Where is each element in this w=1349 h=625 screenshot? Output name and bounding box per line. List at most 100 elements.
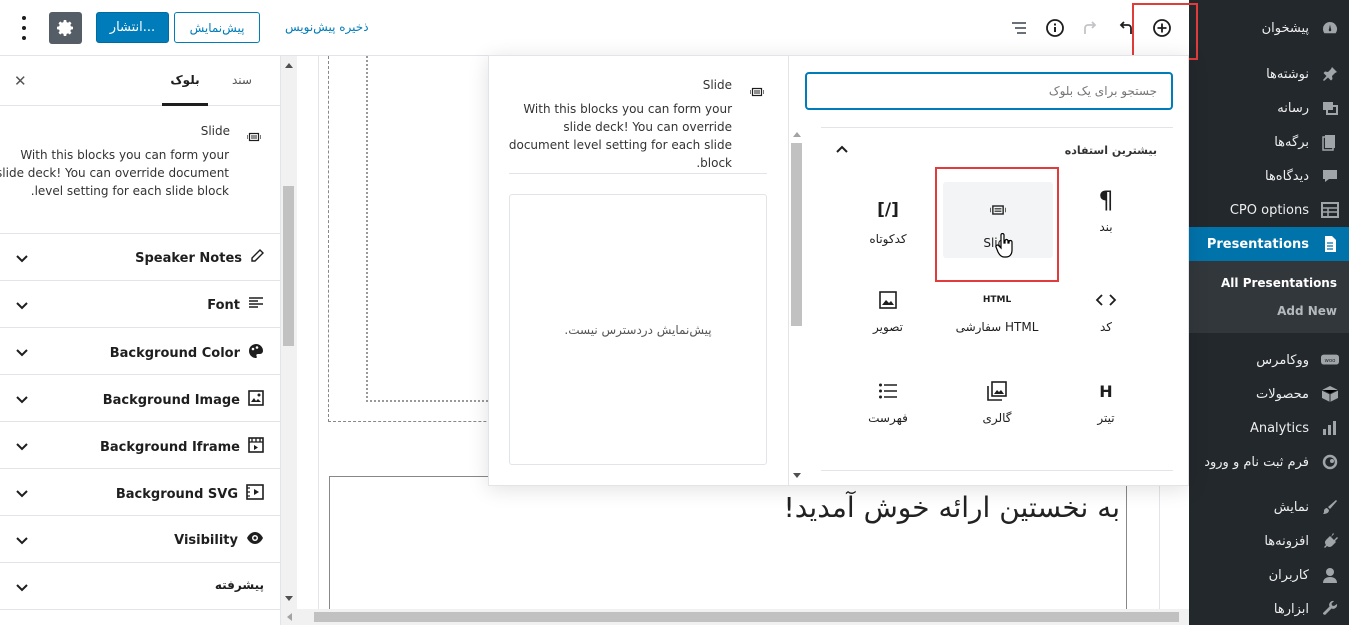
menu-item-woocommerce[interactable]: ووکامرس woo	[1189, 343, 1349, 377]
panel-background-svg[interactable]: Background SVG	[0, 469, 280, 516]
chevron-down-icon[interactable]	[15, 344, 29, 363]
redo-icon[interactable]	[1074, 12, 1106, 44]
tab-block[interactable]: بلوک	[162, 73, 208, 106]
panel-background-image[interactable]: Background Image	[0, 375, 280, 422]
close-icon[interactable]: ✕	[14, 72, 27, 90]
highlight-annotation	[1132, 3, 1198, 60]
document-icon	[1321, 235, 1339, 253]
panel-title: Background Image	[102, 392, 240, 408]
menu-item-dashboard[interactable]: پیشخوان	[1189, 11, 1349, 45]
chevron-down-icon[interactable]	[15, 579, 29, 598]
block-card-description: With this blocks you can form your slide…	[0, 148, 229, 198]
inserter-scrollbar[interactable]	[789, 127, 805, 485]
menu-item-comments[interactable]: دیدگاه‌ها	[1189, 159, 1349, 193]
menu-item-products[interactable]: محصولات	[1189, 377, 1349, 411]
menu-item-presentations[interactable]: Presentations	[1181, 227, 1349, 261]
chevron-down-icon[interactable]	[15, 391, 29, 410]
menu-label: نمایش	[1273, 499, 1309, 515]
panel-title: Font	[207, 297, 240, 313]
heading-icon: H	[1099, 381, 1113, 401]
canvas-scroll-thumb[interactable]	[314, 612, 1179, 622]
sidebar-tabs: ✕ بلوک سند	[0, 56, 280, 106]
panel-background-iframe[interactable]: Background Iframe	[0, 422, 280, 469]
editor-toolbar: انتشار... پیش‌نمایش ذخیره پیش‌نویس	[0, 0, 1198, 60]
menu-label: فرم ثبت نام و ورود	[1204, 454, 1309, 470]
menu-item-pages[interactable]: برگه‌ها	[1189, 125, 1349, 159]
canvas-horizontal-scrollbar[interactable]	[281, 609, 1189, 625]
video-icon	[246, 484, 264, 504]
more-options-icon[interactable]	[14, 14, 34, 42]
chevron-down-icon[interactable]	[15, 297, 29, 316]
slide-block[interactable]: به نخستین ارائه خوش آمدید!	[329, 476, 1127, 625]
film-icon	[248, 437, 264, 457]
panel-visibility[interactable]: Visibility	[0, 516, 280, 563]
scroll-left-arrow-icon[interactable]	[286, 613, 292, 621]
menu-item-login-form[interactable]: فرم ثبت نام و ورود	[1189, 445, 1349, 479]
panel-speaker-notes[interactable]: Speaker Notes	[0, 234, 280, 281]
panel-font[interactable]: Font	[0, 281, 280, 328]
chevron-down-icon[interactable]	[15, 438, 29, 457]
preview-unavailable-box: پیش‌نمایش دردسترس نیست.	[509, 194, 767, 465]
block-label: فهرست	[868, 411, 908, 425]
comments-icon	[1321, 167, 1339, 185]
editor-app: پیشخوان نوشته‌ها رسانه برگه‌ها دیدگاه‌ها…	[0, 0, 1349, 625]
menu-item-posts[interactable]: نوشته‌ها	[1189, 57, 1349, 91]
scroll-down-arrow-icon[interactable]	[793, 473, 801, 479]
block-search-input[interactable]	[805, 72, 1173, 110]
block-paragraph[interactable]: ¶ بند	[1051, 172, 1161, 252]
submenu-all-presentations[interactable]: All Presentations	[1189, 269, 1349, 297]
sidebar-scrollbar[interactable]	[281, 56, 297, 609]
category-title: بیشترین استفاده	[1064, 144, 1157, 157]
menu-item-users[interactable]: کاربران	[1189, 558, 1349, 592]
slide-heading[interactable]: به نخستین ارائه خوش آمدید!	[784, 491, 1121, 524]
block-image[interactable]: تصویر	[833, 272, 943, 352]
panel-advanced[interactable]: پیشرفته	[0, 563, 280, 610]
panel-title: Background Color	[109, 345, 240, 361]
scroll-up-arrow-icon[interactable]	[285, 62, 293, 68]
menu-item-media[interactable]: رسانه	[1189, 91, 1349, 125]
block-custom-html[interactable]: HTML HTML سفارشی	[942, 272, 1052, 352]
pin-icon	[1321, 65, 1339, 83]
chevron-up-icon[interactable]	[835, 142, 849, 161]
panel-background-color[interactable]: Background Color	[0, 328, 280, 375]
chevron-down-icon[interactable]	[15, 485, 29, 504]
menu-item-analytics[interactable]: Analytics	[1189, 411, 1349, 445]
settings-gear-icon[interactable]	[49, 12, 82, 44]
publish-button[interactable]: انتشار...	[96, 12, 169, 43]
chevron-down-icon[interactable]	[15, 250, 29, 269]
hand-pointer-cursor-icon	[995, 232, 1015, 263]
brush-icon	[1321, 498, 1339, 516]
block-shortcode[interactable]: [/] کدکوتاه	[833, 182, 943, 262]
sidebar-scroll-thumb[interactable]	[283, 186, 294, 346]
block-list[interactable]: فهرست	[833, 363, 943, 443]
menu-item-cpo-options[interactable]: CPO options	[1189, 193, 1349, 227]
submenu-add-new[interactable]: Add New	[1189, 297, 1349, 325]
block-preview-pane: Slide With this blocks you can form your…	[489, 56, 789, 485]
menu-label: CPO options	[1229, 202, 1309, 218]
info-icon[interactable]	[1039, 12, 1071, 44]
menu-item-appearance[interactable]: نمایش	[1189, 490, 1349, 524]
table-icon	[1321, 201, 1339, 219]
save-draft-link[interactable]: ذخیره پیش‌نویس	[285, 20, 369, 34]
menu-item-tools[interactable]: ابزارها	[1189, 592, 1349, 625]
chart-icon	[1321, 419, 1339, 437]
inserter-scroll-thumb[interactable]	[791, 143, 802, 326]
category-most-used[interactable]: بیشترین استفاده	[821, 127, 1173, 171]
menu-item-plugins[interactable]: افزونه‌ها	[1189, 524, 1349, 558]
image-icon	[879, 288, 897, 312]
menu-label: ابزارها	[1273, 601, 1309, 617]
block-card-title: Slide	[200, 124, 230, 138]
block-code[interactable]: کد	[1051, 272, 1161, 352]
panel-title: Background Iframe	[99, 439, 240, 455]
block-heading[interactable]: H تیتر	[1051, 363, 1161, 443]
menu-label: رسانه	[1277, 100, 1309, 116]
block-gallery[interactable]: گالری	[942, 363, 1052, 443]
chevron-down-icon[interactable]	[15, 532, 29, 551]
preview-button[interactable]: پیش‌نمایش	[174, 12, 260, 43]
paragraph-icon: ¶	[1098, 186, 1114, 214]
scroll-down-arrow-icon[interactable]	[285, 596, 293, 602]
block-label: تصویر	[873, 320, 903, 334]
outline-icon[interactable]	[1003, 12, 1035, 44]
tab-document[interactable]: سند	[232, 73, 252, 87]
scroll-up-arrow-icon[interactable]	[793, 131, 801, 137]
